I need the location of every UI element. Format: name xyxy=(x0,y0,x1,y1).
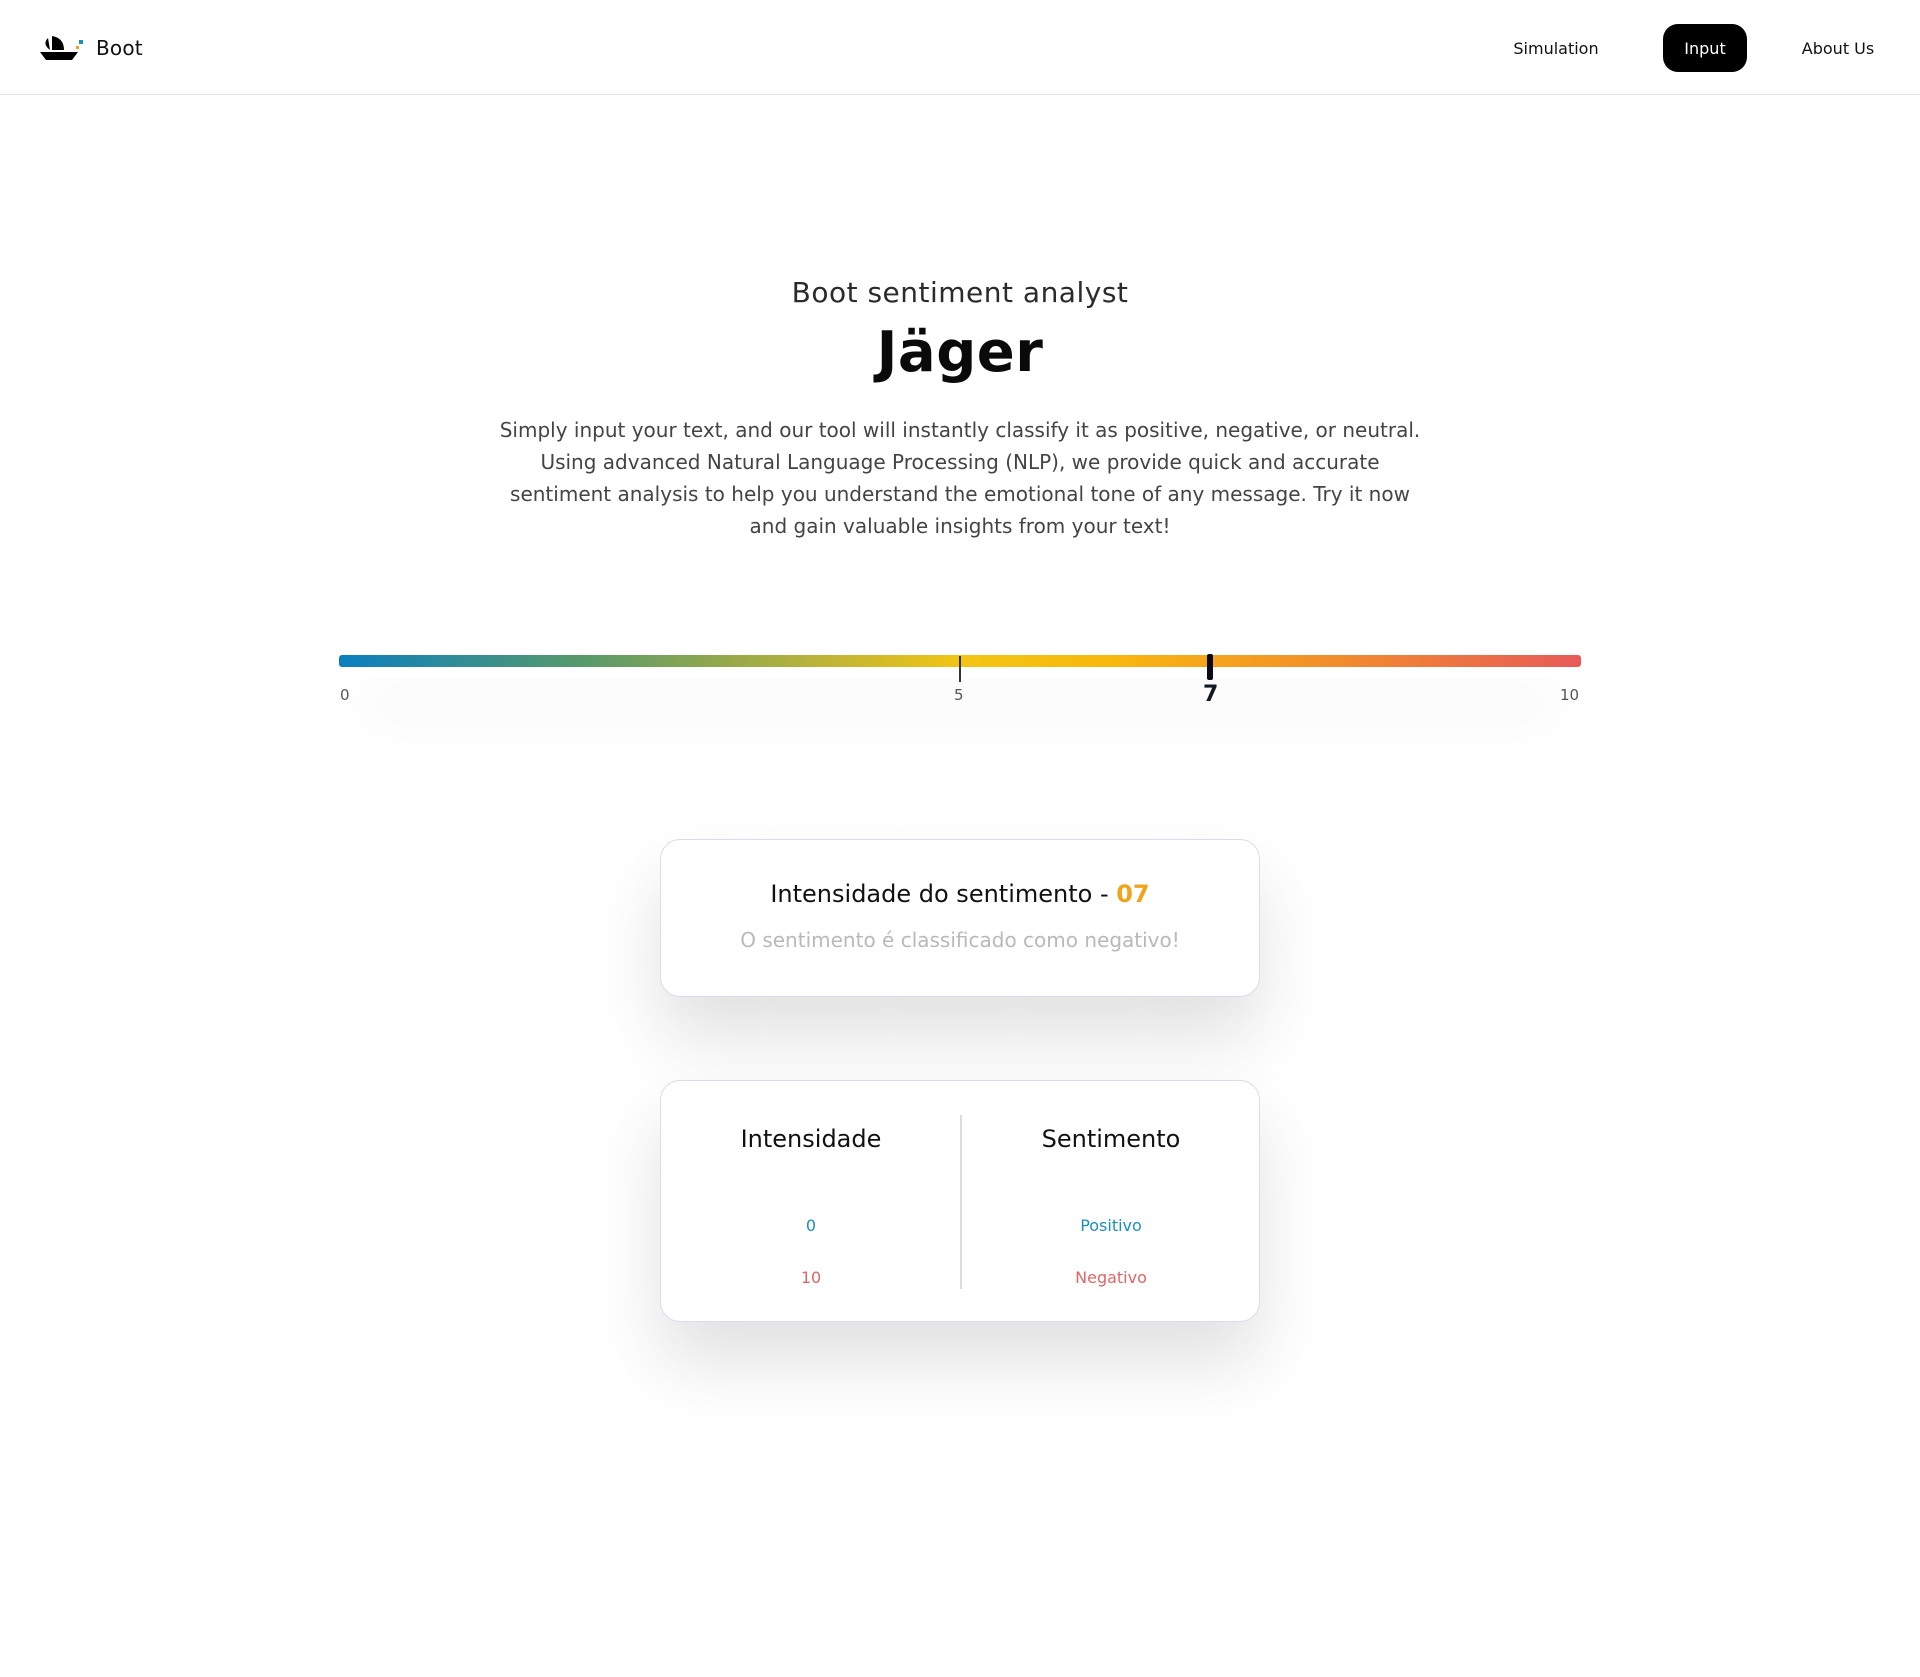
hero-subtitle: Boot sentiment analyst xyxy=(791,276,1129,309)
legend-card: Intensidade Sentimento 0 Positivo 10 Neg… xyxy=(660,1080,1260,1322)
result-title: Intensidade do sentimento - 07 xyxy=(661,880,1259,908)
gauge-min-label: 0 xyxy=(340,686,350,704)
result-title-prefix: Intensidade do sentimento - xyxy=(770,880,1117,908)
boat-logo-icon xyxy=(40,36,83,60)
page-title: Jäger xyxy=(876,320,1044,385)
gauge-current-marker xyxy=(1207,654,1213,680)
gauge-mid-tick xyxy=(959,656,961,682)
result-score: 07 xyxy=(1116,880,1150,908)
brand-link[interactable]: Boot xyxy=(38,30,143,66)
hero-description: Simply input your text, and our tool wil… xyxy=(499,418,1421,538)
legend-sentiment-negative: Negativo xyxy=(1075,1268,1147,1287)
legend-intensity-positive: 0 xyxy=(805,1216,817,1235)
nav-simulation[interactable]: Simulation xyxy=(1488,24,1624,72)
legend-divider xyxy=(960,1115,962,1289)
nav-about-us[interactable]: About Us xyxy=(1780,24,1896,72)
result-card: Intensidade do sentimento - 07 O sentime… xyxy=(660,839,1260,997)
brand-name: Boot xyxy=(96,36,143,60)
legend-intensity-header: Intensidade xyxy=(740,1125,882,1153)
legend-sentiment-positive: Positivo xyxy=(1080,1216,1142,1235)
legend-intensity-negative: 10 xyxy=(800,1268,822,1287)
legend-sentiment-header: Sentimento xyxy=(1041,1125,1181,1153)
top-nav-bar: Boot Simulation Input About Us xyxy=(0,0,1920,95)
sentiment-gauge: 0 5 7 10 xyxy=(336,650,1584,740)
gauge-mid-label: 5 xyxy=(954,686,964,704)
result-classification: O sentimento é classificado como negativ… xyxy=(740,928,1180,952)
gauge-current-label: 7 xyxy=(1203,682,1219,707)
nav-input[interactable]: Input xyxy=(1663,24,1747,72)
gauge-max-label: 10 xyxy=(1560,686,1580,704)
